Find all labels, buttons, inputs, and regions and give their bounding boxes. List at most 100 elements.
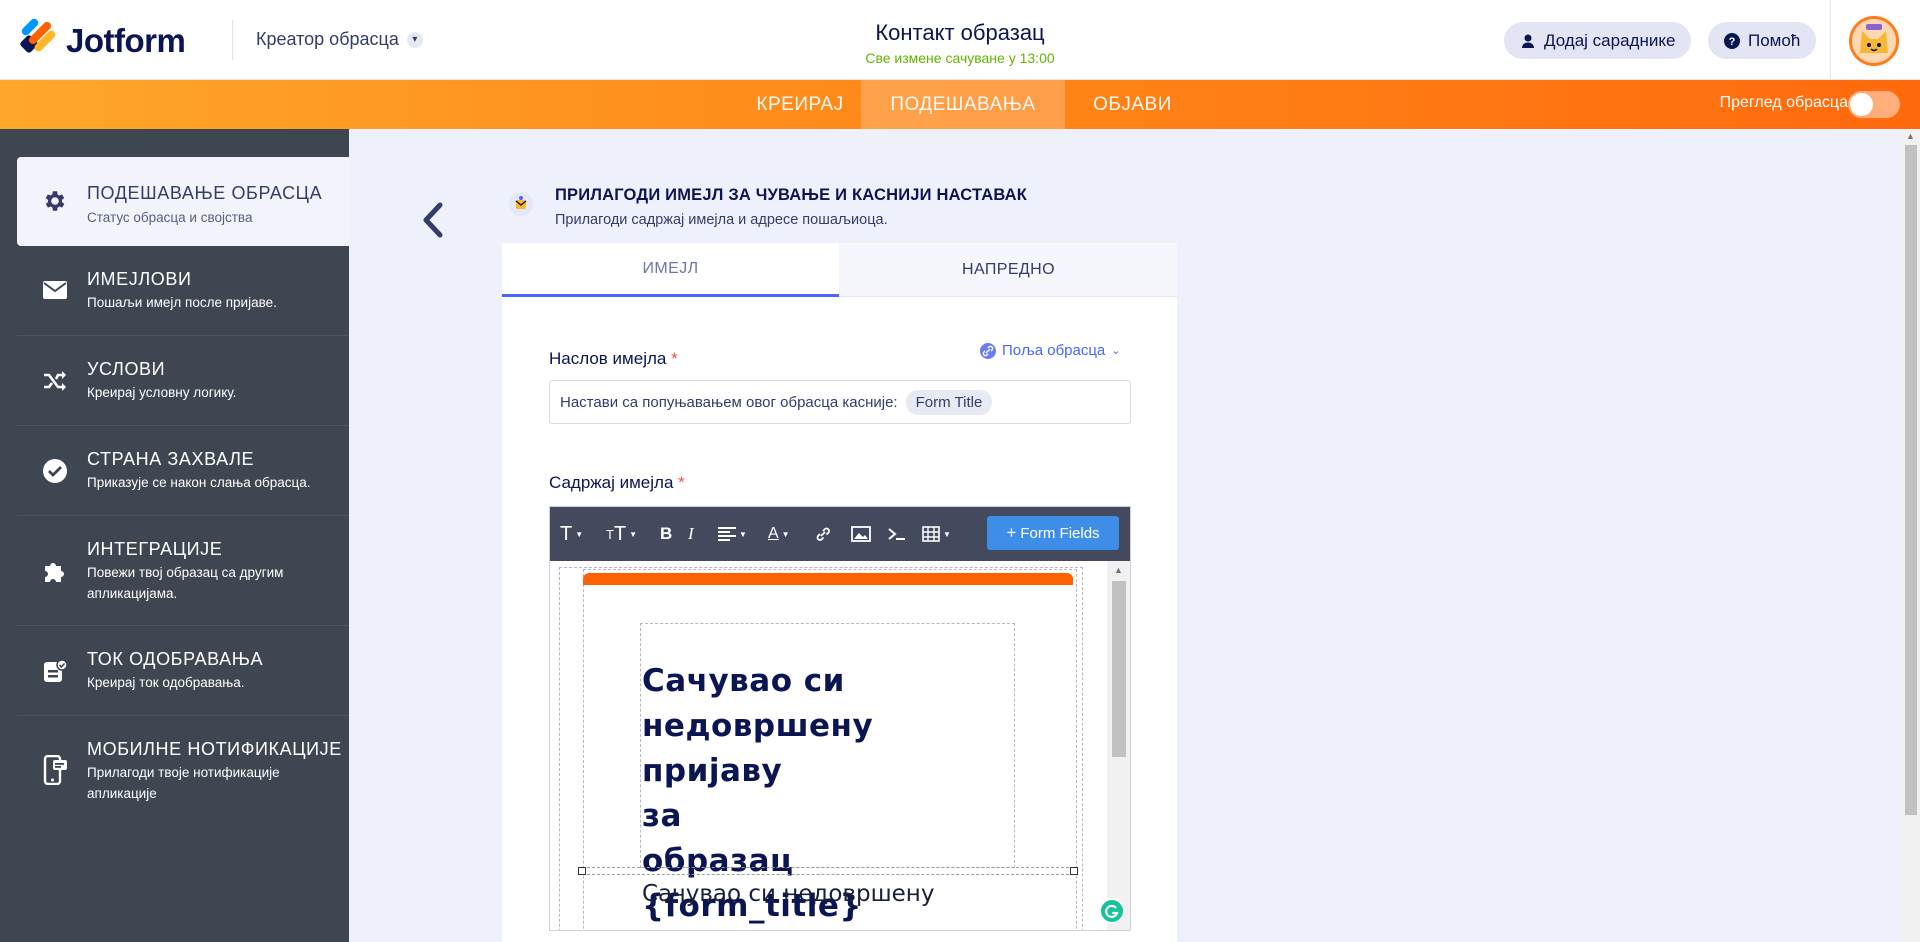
form-fields-dropdown[interactable]: Поља обрасца ⌄ <box>980 342 1121 359</box>
image-button[interactable] <box>851 522 871 546</box>
form-fields-link-label: Поља обрасца <box>1002 342 1106 359</box>
jotform-logo-icon <box>19 17 58 59</box>
email-header-bar <box>583 573 1073 585</box>
sidebar-item-subtitle: Креирај ток одобравања. <box>87 675 245 690</box>
shuffle-icon <box>41 367 69 395</box>
form-title-area: Контакт образац Све измене сачуване у 13… <box>760 20 1160 66</box>
gear-icon <box>41 187 69 215</box>
add-collaborators-label: Додај сараднике <box>1544 30 1676 50</box>
terminal-icon <box>888 528 905 540</box>
plus-icon: + <box>1006 523 1017 542</box>
font-size-icon: T <box>606 526 614 542</box>
subject-input[interactable]: Настави са попуњавањем овог обрасца касн… <box>549 380 1131 424</box>
sidebar-item-approval-flow[interactable]: ТОК ОДОБРАВАЊА Креирај ток одобравања. <box>17 626 349 716</box>
back-button[interactable] <box>418 200 448 240</box>
font-size-button[interactable]: T T ▼ <box>606 522 637 546</box>
font-size-icon-large: T <box>613 522 627 545</box>
toggle-knob <box>1850 93 1873 116</box>
align-button[interactable]: ▼ <box>718 522 747 546</box>
chevron-left-icon <box>423 202 443 238</box>
avatar-area <box>1830 0 1920 80</box>
sidebar-item-integrations[interactable]: ИНТЕГРАЦИЈЕ Повежи твој образац са други… <box>17 516 349 626</box>
required-mark: * <box>678 473 685 492</box>
editor-scrollbar-thumb[interactable] <box>1112 581 1126 757</box>
panel-title: ПРИЛАГОДИ ИМЕЈЛ ЗА ЧУВАЊЕ И КАСНИЈИ НАСТ… <box>555 186 1028 204</box>
sidebar-item-subtitle: Пошаљи имејл после пријаве. <box>87 295 277 310</box>
selection-outline <box>582 867 1074 875</box>
resize-handle[interactable] <box>1070 867 1078 875</box>
panel-header: ПРИЛАГОДИ ИМЕЈЛ ЗА ЧУВАЊЕ И КАСНИЈИ НАСТ… <box>503 180 1173 240</box>
page-scrollbar-thumb[interactable] <box>1905 145 1917 815</box>
content-label-text: Садржај имејла <box>549 473 674 492</box>
caret-down-icon: ▼ <box>943 529 951 539</box>
panel-tabs: ИМЕЈЛ НАПРЕДНО <box>502 243 1177 297</box>
link-button[interactable] <box>814 522 832 546</box>
tab-publish[interactable]: ОБЈАВИ <box>1065 80 1200 129</box>
settings-sidebar: ПОДЕШАВАЊЕ ОБРАСЦА Статус обрасца и свој… <box>0 129 349 942</box>
scroll-up-icon[interactable]: ▲ <box>1114 565 1123 575</box>
form-creator-label: Креатор обрасца <box>256 29 399 49</box>
form-title-tag[interactable]: Form Title <box>905 389 993 415</box>
tab-create[interactable]: КРЕИРАЈ <box>740 80 860 129</box>
bold-icon: B <box>660 524 673 543</box>
subject-label: Наслов имејла * <box>549 349 678 369</box>
chevron-down-icon: ⌄ <box>1111 345 1121 357</box>
user-icon <box>1522 34 1534 48</box>
sidebar-item-emails[interactable]: ИМЕЈЛОВИ Пошаљи имејл после пријаве. <box>17 246 349 336</box>
sidebar-item-subtitle: Статус обрасца и својства <box>87 210 253 225</box>
form-creator-dropdown[interactable]: Креатор обрасца ▾ <box>256 29 423 50</box>
cat-avatar-icon <box>1852 19 1896 63</box>
save-status: Све измене сачуване у 13:00 <box>865 50 1055 66</box>
sidebar-item-thank-you-page[interactable]: СТРАНА ЗАХВАЛЕ Приказује се након слања … <box>17 426 349 516</box>
bold-button[interactable]: B <box>660 522 672 546</box>
sidebar-item-subtitle: Креирај условну логику. <box>87 385 237 400</box>
scroll-up-icon[interactable]: ▲ <box>1906 131 1915 141</box>
page-scrollbar[interactable]: ▲ <box>1901 129 1920 942</box>
tab-settings[interactable]: ПОДЕШАВАЊА <box>861 80 1065 129</box>
grammarly-icon[interactable] <box>1099 898 1125 924</box>
main-navbar: КРЕИРАЈ ПОДЕШАВАЊА ОБЈАВИ Преглед обрасц… <box>0 80 1920 129</box>
resize-handle[interactable] <box>578 867 586 875</box>
sidebar-item-conditions[interactable]: УСЛОВИ Креирај условну логику. <box>17 336 349 426</box>
text-color-button[interactable]: A ▼ <box>768 522 790 546</box>
sidebar-item-title: ИМЕЈЛОВИ <box>87 269 192 289</box>
sidebar-item-subtitle: Приказује се након слања обрасца. <box>87 475 311 490</box>
jotform-logo[interactable]: Jotform <box>19 17 186 60</box>
table-button[interactable]: ▼ <box>922 522 951 546</box>
editor-scrollbar[interactable]: ▲ <box>1107 561 1130 930</box>
italic-button[interactable]: I <box>688 522 694 546</box>
form-fields-button-label: Form Fields <box>1020 524 1100 542</box>
panel-subtitle: Прилагоди садржај имејла и адресе пошаљи… <box>555 212 888 228</box>
email-settings-card: ИМЕЈЛ НАПРЕДНО Наслов имејла * Поља обра… <box>502 243 1177 942</box>
form-title[interactable]: Контакт образац <box>760 20 1160 46</box>
sidebar-item-subtitle: Повежи твој образац са другим апликација… <box>87 565 284 601</box>
italic-icon: I <box>688 524 694 543</box>
chevron-down-icon: ▾ <box>406 31 423 48</box>
tab-advanced[interactable]: НАПРЕДНО <box>840 243 1177 297</box>
sidebar-item-mobile-notifications[interactable]: МОБИЛНЕ НОТИФИКАЦИЈЕ Прилагоди твоје нот… <box>17 716 349 826</box>
top-bar: Jotform Креатор обрасца ▾ Контакт образа… <box>0 0 1920 80</box>
sidebar-item-title: СТРАНА ЗАХВАЛЕ <box>87 449 255 469</box>
form-fields-button[interactable]: + Form Fields <box>987 516 1119 550</box>
help-button[interactable]: ? Помоћ <box>1708 22 1817 59</box>
image-icon <box>851 526 871 542</box>
heading-line: недовршену пријаву <box>642 708 874 789</box>
question-icon: ? <box>1724 32 1740 49</box>
save-continue-icon <box>509 192 533 216</box>
code-button[interactable] <box>887 522 907 546</box>
text-color-icon: A <box>768 525 779 542</box>
help-label: Помоћ <box>1748 30 1801 50</box>
editor-canvas[interactable]: Сачувао си недовршену пријаву за образац… <box>550 561 1130 930</box>
heading-line: за <box>642 798 682 834</box>
email-body-text[interactable]: Сачувао си недовршену <box>642 881 934 907</box>
font-family-button[interactable]: T ▼ <box>560 522 583 546</box>
sidebar-item-form-settings[interactable]: ПОДЕШАВАЊЕ ОБРАСЦА Статус обрасца и свој… <box>17 157 349 246</box>
content-label: Садржај имејла * <box>549 473 685 493</box>
caret-down-icon: ▼ <box>629 529 638 539</box>
tab-email[interactable]: ИМЕЈЛ <box>502 243 839 297</box>
sidebar-item-subtitle: Прилагоди твоје нотификације апликације <box>87 765 280 801</box>
form-preview-toggle[interactable] <box>1848 91 1900 118</box>
add-collaborators-button[interactable]: Додај сараднике <box>1504 22 1692 59</box>
subject-label-text: Наслов имејла <box>549 349 667 368</box>
avatar[interactable] <box>1849 16 1899 66</box>
